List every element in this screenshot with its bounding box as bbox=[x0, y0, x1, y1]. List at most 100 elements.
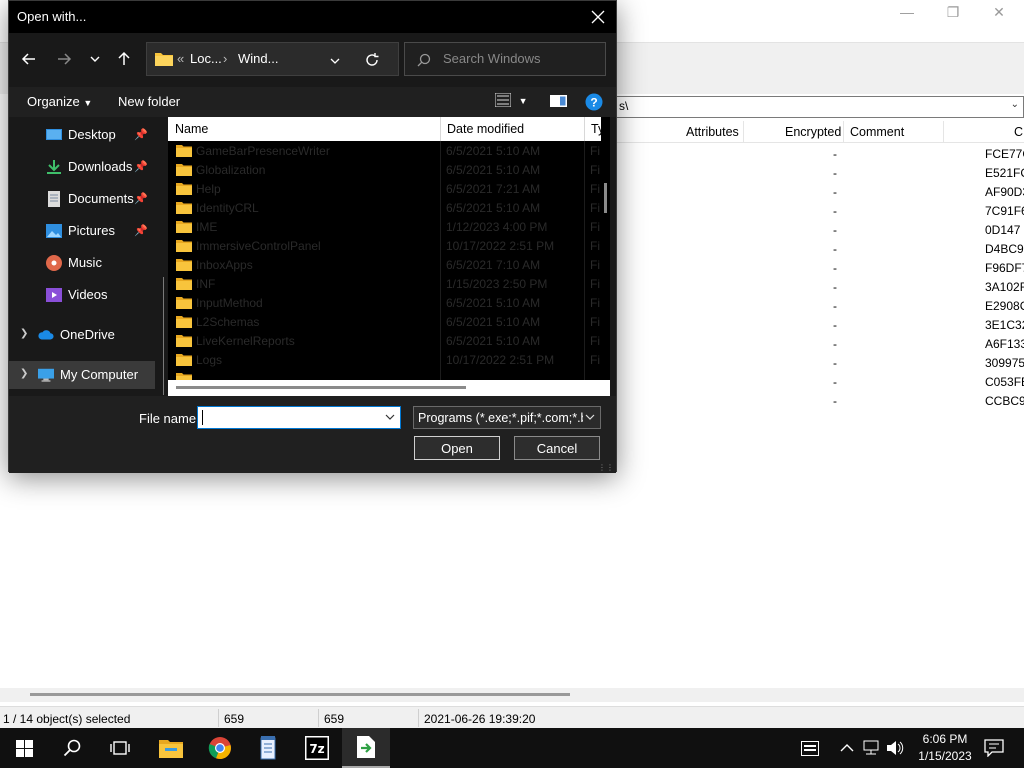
table-row[interactable]: - AF90D3 bbox=[600, 183, 1024, 202]
maximize-button[interactable]: ❐ bbox=[930, 0, 976, 24]
refresh-icon[interactable] bbox=[364, 52, 380, 68]
up-button[interactable] bbox=[112, 47, 136, 71]
file-row[interactable]: L2Schemas 6/5/2021 5:10 AM Fi bbox=[168, 312, 601, 331]
file-row[interactable]: INF 1/15/2023 2:50 PM Fi bbox=[168, 274, 601, 293]
file-row[interactable]: LiveKernelReports 6/5/2021 5:10 AM Fi bbox=[168, 331, 601, 350]
file-row[interactable]: IdentityCRL 6/5/2021 5:10 AM Fi bbox=[168, 198, 601, 217]
new-folder-button[interactable]: New folder bbox=[118, 94, 180, 109]
organize-button[interactable]: Organize ▼ bbox=[27, 94, 92, 109]
column-name[interactable]: Name bbox=[175, 122, 208, 136]
sidebar-item-desktop[interactable]: Desktop 📌 bbox=[9, 121, 164, 149]
table-row[interactable]: - D4BC9E bbox=[600, 240, 1024, 259]
keyboard-icon[interactable] bbox=[801, 741, 819, 756]
search-input[interactable]: Search Windows bbox=[404, 42, 606, 76]
breadcrumb-overflow[interactable]: « bbox=[177, 51, 184, 66]
file-row[interactable]: InboxApps 6/5/2021 7:10 AM Fi bbox=[168, 255, 601, 274]
notepad-app[interactable] bbox=[244, 728, 292, 768]
sidebar-item-pictures[interactable]: Pictures 📌 bbox=[9, 217, 164, 245]
7zip-app[interactable]: 7z bbox=[293, 728, 341, 768]
address-bar[interactable]: « Loc... › Wind... bbox=[146, 42, 399, 76]
dialog-close-button[interactable] bbox=[586, 5, 610, 29]
table-row[interactable]: - 7C91F6 bbox=[600, 202, 1024, 221]
vertical-scrollbar[interactable] bbox=[601, 117, 610, 380]
sidebar-item-videos[interactable]: Videos bbox=[9, 281, 164, 309]
file-row[interactable]: ImmersiveControlPanel 10/17/2022 2:51 PM F… bbox=[168, 236, 601, 255]
table-row[interactable]: - 3A102F bbox=[600, 278, 1024, 297]
column-divider[interactable] bbox=[440, 117, 441, 141]
notifications-icon[interactable] bbox=[984, 739, 1004, 757]
resize-grip[interactable]: ⋮⋮ bbox=[598, 464, 614, 472]
cancel-button[interactable]: Cancel bbox=[514, 436, 600, 460]
column-comment[interactable]: Comment bbox=[850, 125, 904, 139]
chrome-app[interactable] bbox=[196, 728, 244, 768]
file-row[interactable]: GameBarPresenceWriter 6/5/2021 5:10 AM Fi bbox=[168, 141, 601, 160]
volume-icon[interactable] bbox=[886, 740, 904, 756]
breadcrumb-local-disk[interactable]: Loc... bbox=[190, 51, 222, 66]
open-button[interactable]: Open bbox=[414, 436, 500, 460]
file-type-select[interactable]: Programs (*.exe;*.pif;*.com;*.bat;*.cmd) bbox=[413, 406, 601, 429]
scrollbar-thumb[interactable] bbox=[176, 386, 466, 389]
network-icon[interactable] bbox=[862, 740, 880, 756]
task-view-button[interactable] bbox=[96, 728, 144, 768]
crc-cell: 3E1C32 bbox=[985, 318, 1024, 332]
column-attributes[interactable]: Attributes bbox=[686, 125, 739, 139]
system-clock[interactable]: 6:06 PM 1/15/2023 bbox=[914, 731, 976, 765]
encrypted-cell: - bbox=[833, 166, 837, 180]
column-encrypted[interactable]: Encrypted bbox=[785, 125, 841, 139]
column-date-modified[interactable]: Date modified bbox=[447, 122, 524, 136]
recent-locations-button[interactable] bbox=[83, 47, 107, 71]
chevron-down-icon[interactable] bbox=[329, 55, 341, 67]
file-row[interactable]: Globalization 6/5/2021 5:10 AM Fi bbox=[168, 160, 601, 179]
close-button[interactable]: ✕ bbox=[976, 0, 1022, 24]
table-row[interactable]: - C053FE bbox=[600, 373, 1024, 392]
file-row[interactable]: IME 1/12/2023 4:00 PM Fi bbox=[168, 217, 601, 236]
table-row[interactable]: - F96DF7 bbox=[600, 259, 1024, 278]
start-button[interactable] bbox=[0, 728, 48, 768]
scrollbar-thumb[interactable] bbox=[604, 183, 607, 213]
table-row[interactable]: - FCE77C bbox=[600, 145, 1024, 164]
file-row[interactable] bbox=[168, 369, 601, 380]
column-type[interactable]: Ty bbox=[591, 122, 601, 136]
horizontal-scrollbar[interactable] bbox=[168, 380, 610, 396]
open-with-app[interactable] bbox=[342, 728, 390, 768]
filename-input[interactable] bbox=[197, 406, 401, 429]
path-combobox[interactable]: s\ ⌄ bbox=[600, 96, 1024, 118]
help-button[interactable]: ? bbox=[585, 93, 603, 114]
breadcrumb-separator[interactable]: › bbox=[223, 51, 227, 66]
breadcrumb-windows[interactable]: Wind... bbox=[238, 51, 278, 66]
table-row[interactable]: - CCBC96 bbox=[600, 392, 1024, 411]
table-row[interactable]: - A6F133 bbox=[600, 335, 1024, 354]
navigation-scrollbar[interactable] bbox=[163, 277, 164, 395]
file-row[interactable]: Logs 10/17/2022 2:51 PM Fi bbox=[168, 350, 601, 369]
sidebar-item-my-computer[interactable]: ❯ My Computer bbox=[9, 361, 155, 389]
back-button[interactable] bbox=[17, 47, 41, 71]
chevron-down-icon[interactable]: ⌄ bbox=[1011, 99, 1019, 110]
sidebar-item-music[interactable]: Music bbox=[9, 249, 164, 277]
table-row[interactable]: - 0D147 bbox=[600, 221, 1024, 240]
sort-ascending-icon: ⌃ bbox=[298, 117, 306, 123]
scrollbar-thumb[interactable] bbox=[30, 693, 570, 696]
sidebar-item-onedrive[interactable]: ❯ OneDrive bbox=[9, 321, 164, 349]
minimize-button[interactable]: — bbox=[884, 0, 930, 24]
sidebar-item-downloads[interactable]: Downloads 📌 bbox=[9, 153, 164, 181]
preview-pane-button[interactable] bbox=[550, 95, 567, 110]
file-row[interactable]: InputMethod 6/5/2021 5:10 AM Fi bbox=[168, 293, 601, 312]
file-explorer-app[interactable] bbox=[147, 728, 195, 768]
search-button[interactable] bbox=[48, 728, 96, 768]
column-divider[interactable] bbox=[584, 117, 585, 141]
chevron-right-icon[interactable]: ❯ bbox=[20, 328, 28, 339]
table-row[interactable]: - 3E1C32 bbox=[600, 316, 1024, 335]
view-options-button[interactable]: ▼ bbox=[494, 92, 528, 110]
chevron-up-icon[interactable] bbox=[840, 743, 854, 753]
file-row[interactable]: Help 6/5/2021 7:21 AM Fi bbox=[168, 179, 601, 198]
table-row[interactable]: - E521FC bbox=[600, 164, 1024, 183]
table-row[interactable]: - E2908C bbox=[600, 297, 1024, 316]
dialog-titlebar[interactable]: Open with... bbox=[9, 1, 616, 33]
chevron-right-icon[interactable]: ❯ bbox=[20, 368, 28, 379]
horizontal-scrollbar[interactable] bbox=[0, 688, 1024, 702]
chevron-down-icon[interactable] bbox=[384, 411, 396, 423]
sidebar-item-documents[interactable]: Documents 📌 bbox=[9, 185, 164, 213]
table-row[interactable]: - 309975 bbox=[600, 354, 1024, 373]
column-crc[interactable]: C bbox=[1014, 125, 1023, 139]
forward-button[interactable] bbox=[52, 47, 76, 71]
